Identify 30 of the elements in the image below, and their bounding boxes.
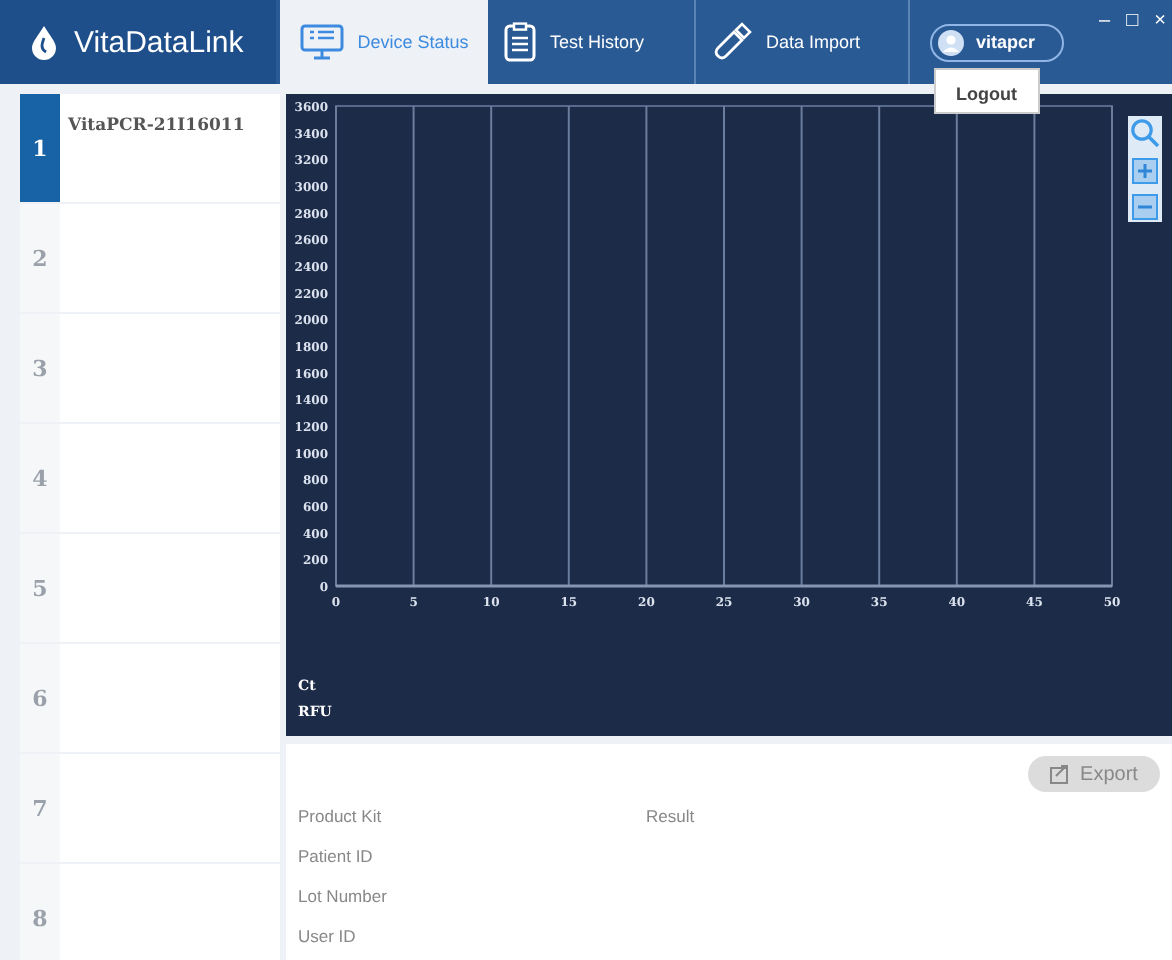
slot-tab[interactable]: 5	[20, 534, 60, 642]
slot-tab[interactable]: 7	[20, 754, 60, 862]
zoom-in-icon[interactable]	[1132, 158, 1158, 184]
field-label: Lot Number	[298, 884, 389, 908]
field-label: Result	[646, 804, 697, 828]
device-name: VitaPCR-21I16011	[68, 116, 245, 136]
slot-tab[interactable]: 8	[20, 864, 60, 960]
field-label: Product Kit	[298, 804, 384, 828]
app-title: VitaDataLink	[74, 25, 244, 59]
window-control[interactable]: –	[1093, 8, 1117, 36]
user-avatar-icon	[938, 29, 964, 55]
field-label: User ID	[298, 924, 358, 948]
monitor-icon	[299, 24, 344, 60]
nav-tab[interactable]: Data Import	[696, 0, 910, 84]
window-control[interactable]: ×	[1148, 8, 1172, 36]
slot-tab[interactable]: 1	[20, 94, 60, 202]
slot-tab[interactable]: 2	[20, 204, 60, 312]
drop-icon	[30, 24, 58, 60]
slot-tab[interactable]: 3	[20, 314, 60, 422]
nav-tab[interactable]: Device Status	[280, 0, 488, 84]
export-icon	[1050, 764, 1071, 784]
clipboard-icon	[504, 22, 536, 62]
search-icon[interactable]	[1130, 118, 1160, 148]
field-label: Patient ID	[298, 844, 375, 868]
window-control[interactable]: □	[1120, 8, 1145, 36]
slot-tab[interactable]: 6	[20, 644, 60, 752]
user-button[interactable]: vitapcr	[930, 23, 1064, 61]
nav-tab[interactable]: Test History	[488, 0, 696, 84]
zoom-out-icon[interactable]	[1132, 194, 1158, 220]
slot-tab[interactable]: 4	[20, 424, 60, 532]
